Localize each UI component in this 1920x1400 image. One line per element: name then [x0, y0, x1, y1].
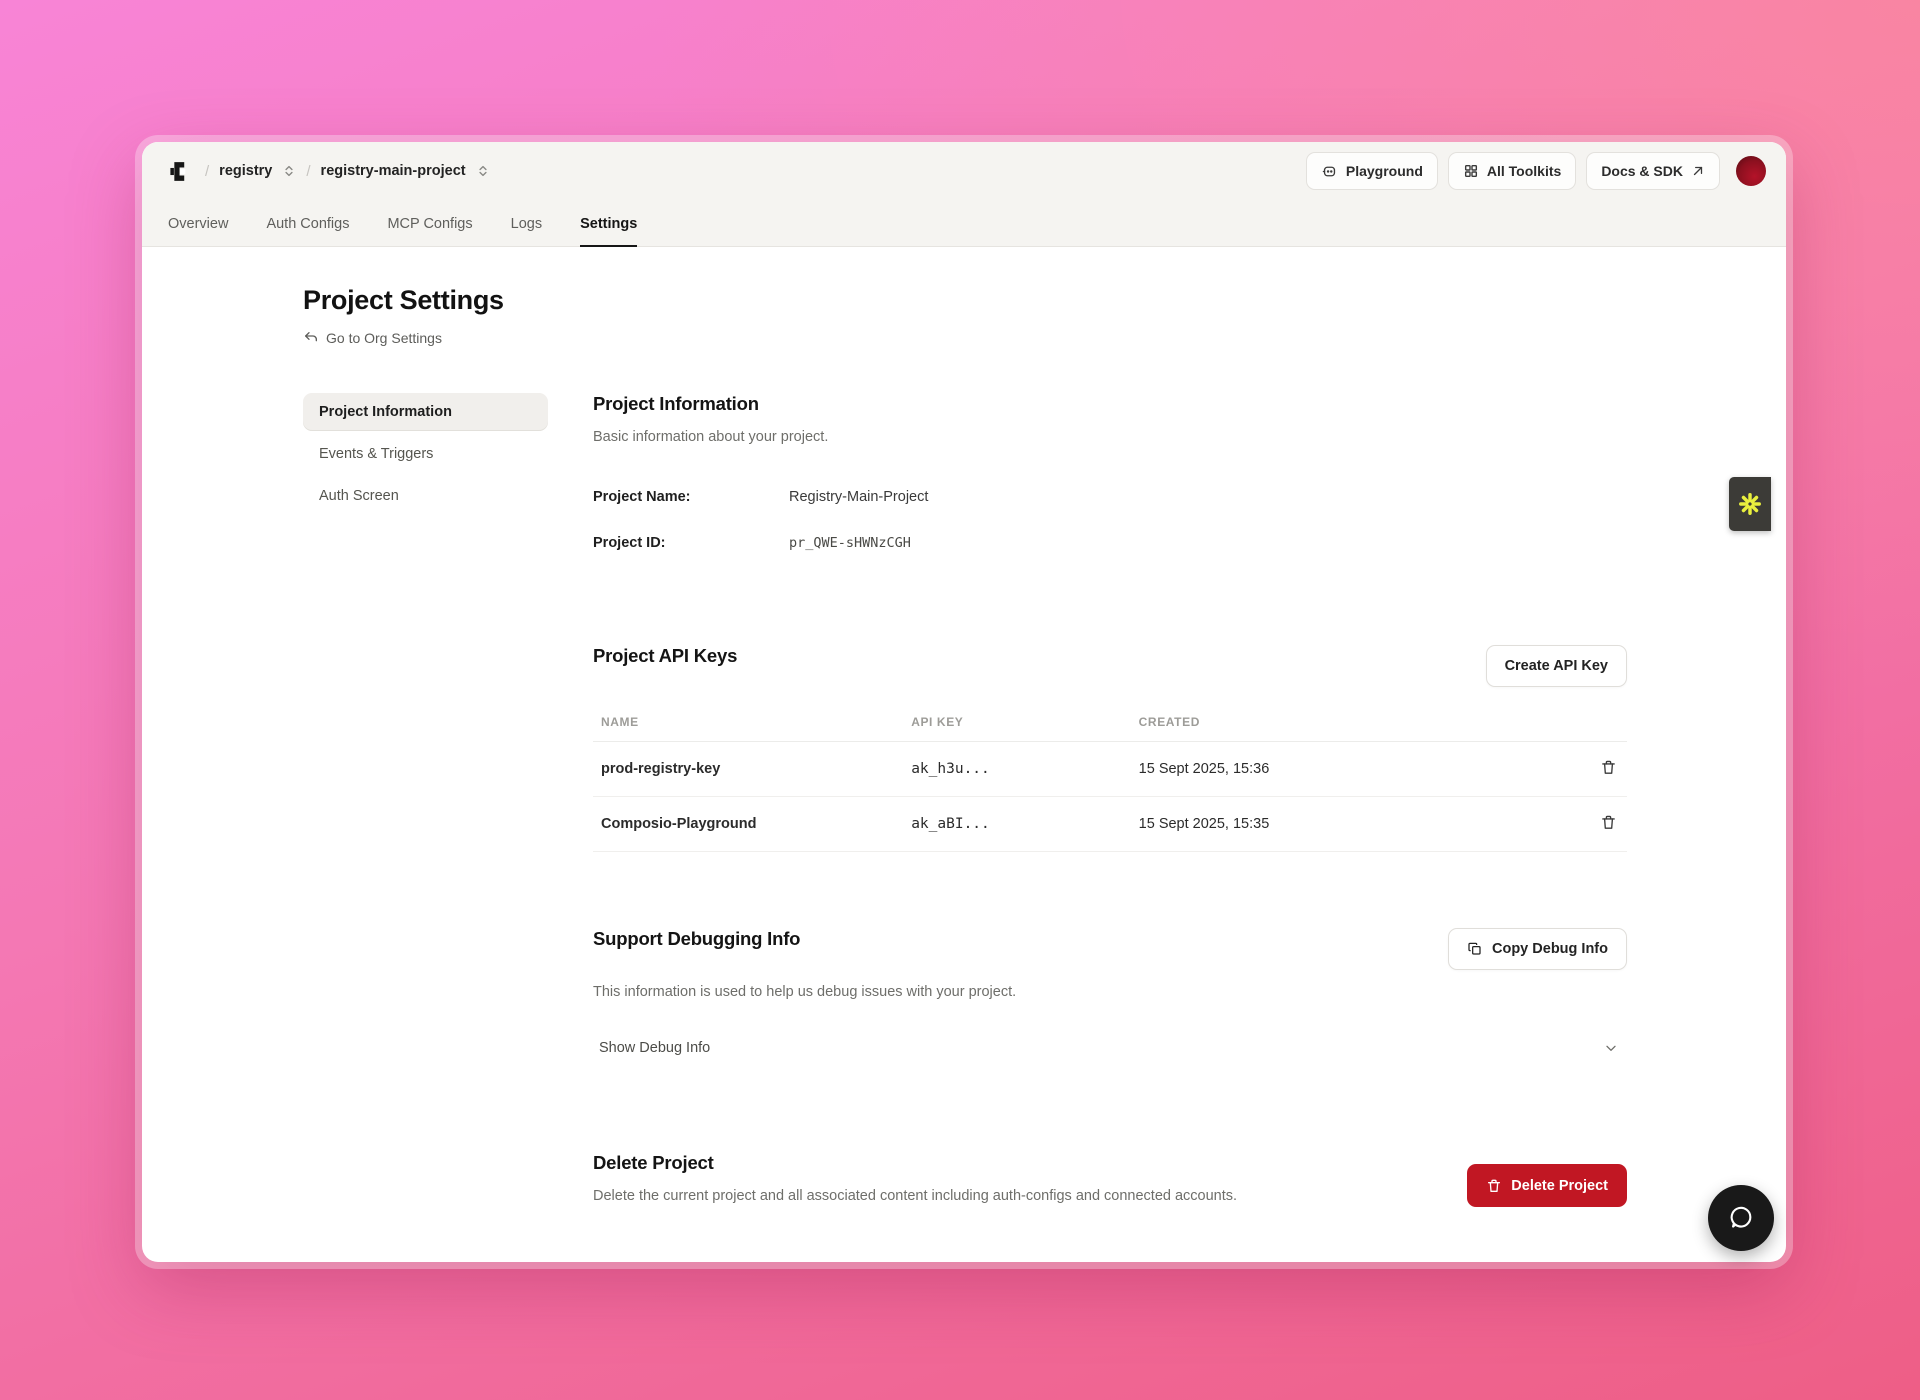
topbar: / registry / registry-main-project [142, 142, 1786, 200]
project-id-row: Project ID: pr_QWE-sHWNzCGH [593, 535, 1627, 551]
copy-debug-info-label: Copy Debug Info [1492, 941, 1608, 957]
column-created: CREATED [1131, 715, 1585, 742]
project-name-label: Project Name: [593, 489, 789, 505]
docs-sdk-label: Docs & SDK [1601, 163, 1683, 179]
section-delete-project: Delete Project Delete the current projec… [593, 1152, 1627, 1207]
tab-mcp-configs[interactable]: MCP Configs [387, 216, 472, 247]
project-selector-icon[interactable] [476, 164, 490, 178]
project-name-value: Registry-Main-Project [789, 489, 928, 505]
composio-logo-icon[interactable] [166, 159, 191, 184]
project-information-subtitle: Basic information about your project. [593, 429, 1627, 445]
tab-settings[interactable]: Settings [580, 216, 637, 247]
api-key-name: Composio-Playground [593, 797, 903, 852]
copy-debug-info-button[interactable]: Copy Debug Info [1448, 928, 1627, 970]
settings-content: Project Settings Go to Org Settings Proj… [142, 247, 1786, 1207]
app-window: / registry / registry-main-project [142, 142, 1786, 1262]
sidebar-item-events-triggers[interactable]: Events & Triggers [303, 435, 548, 473]
breadcrumb-separator: / [306, 163, 310, 180]
table-row: prod-registry-key ak_h3u... 15 Sept 2025… [593, 742, 1627, 797]
column-name: NAME [593, 715, 903, 742]
delete-project-label: Delete Project [1511, 1178, 1608, 1194]
sidebar-item-auth-screen[interactable]: Auth Screen [303, 477, 548, 515]
column-actions [1585, 715, 1627, 742]
delete-api-key-button[interactable] [1598, 757, 1619, 781]
chevron-down-icon [1603, 1040, 1619, 1056]
section-api-keys: Project API Keys Create API Key NAME API… [593, 645, 1627, 852]
feedback-widget-button[interactable] [1729, 477, 1771, 531]
chat-widget-button[interactable] [1708, 1185, 1774, 1251]
card-header: / registry / registry-main-project [142, 142, 1786, 247]
sidebar-item-project-information[interactable]: Project Information [303, 393, 548, 431]
delete-api-key-button[interactable] [1598, 812, 1619, 836]
playground-icon [1321, 163, 1338, 180]
asterisk-icon [1737, 491, 1763, 517]
go-to-org-settings-label: Go to Org Settings [326, 330, 442, 346]
project-id-label: Project ID: [593, 535, 789, 551]
show-debug-info-label: Show Debug Info [599, 1040, 710, 1056]
table-row: Composio-Playground ak_aBI... 15 Sept 20… [593, 797, 1627, 852]
page-title: Project Settings [303, 285, 1627, 316]
go-to-org-settings-link[interactable]: Go to Org Settings [303, 330, 442, 346]
external-link-icon [1691, 164, 1705, 178]
breadcrumb: / registry / registry-main-project [166, 159, 490, 184]
api-key-value: ak_h3u... [903, 742, 1130, 797]
settings-main: Project Information Basic information ab… [593, 393, 1627, 1207]
trash-icon [1600, 759, 1617, 776]
api-key-created: 15 Sept 2025, 15:36 [1131, 742, 1585, 797]
delete-project-title: Delete Project [593, 1152, 1237, 1174]
trash-icon [1600, 814, 1617, 831]
grid-icon [1463, 163, 1479, 179]
playground-button[interactable]: Playground [1306, 152, 1438, 190]
settings-layout: Project Information Events & Triggers Au… [303, 393, 1627, 1207]
project-name-row: Project Name: Registry-Main-Project [593, 489, 1627, 505]
create-api-key-button[interactable]: Create API Key [1486, 645, 1627, 687]
all-toolkits-button[interactable]: All Toolkits [1448, 152, 1576, 190]
topbar-actions: Playground All Toolkits Docs & SDK [1306, 152, 1766, 190]
org-selector-icon[interactable] [282, 164, 296, 178]
chat-bubble-icon [1727, 1204, 1755, 1232]
api-keys-header-row: NAME API KEY CREATED [593, 715, 1627, 742]
settings-sidebar: Project Information Events & Triggers Au… [303, 393, 548, 1207]
api-keys-table: NAME API KEY CREATED prod-registry-key a… [593, 715, 1627, 852]
project-id-value: pr_QWE-sHWNzCGH [789, 535, 911, 551]
breadcrumb-separator: / [205, 163, 209, 180]
api-key-value: ak_aBI... [903, 797, 1130, 852]
api-keys-title: Project API Keys [593, 645, 737, 667]
debug-info-title: Support Debugging Info [593, 928, 800, 950]
user-avatar[interactable] [1736, 156, 1766, 186]
tab-logs[interactable]: Logs [511, 216, 542, 247]
breadcrumb-project[interactable]: registry-main-project [321, 163, 466, 179]
tab-overview[interactable]: Overview [168, 216, 228, 247]
section-project-information: Project Information Basic information ab… [593, 393, 1627, 551]
playground-label: Playground [1346, 163, 1423, 179]
section-debug-info: Support Debugging Info Copy Debug Info [593, 928, 1627, 1066]
api-key-name: prod-registry-key [593, 742, 903, 797]
project-information-title: Project Information [593, 393, 1627, 415]
debug-info-subtitle: This information is used to help us debu… [593, 984, 1627, 1000]
tab-auth-configs[interactable]: Auth Configs [266, 216, 349, 247]
trash-icon [1486, 1178, 1502, 1194]
all-toolkits-label: All Toolkits [1487, 163, 1561, 179]
show-debug-info-toggle[interactable]: Show Debug Info [593, 1030, 1627, 1066]
column-api-key: API KEY [903, 715, 1130, 742]
tab-bar: Overview Auth Configs MCP Configs Logs S… [142, 200, 1786, 247]
return-arrow-icon [303, 330, 319, 346]
copy-icon [1467, 941, 1483, 957]
docs-sdk-button[interactable]: Docs & SDK [1586, 152, 1720, 190]
delete-project-subtitle: Delete the current project and all assoc… [593, 1188, 1237, 1204]
api-key-created: 15 Sept 2025, 15:35 [1131, 797, 1585, 852]
delete-project-button[interactable]: Delete Project [1467, 1164, 1627, 1207]
breadcrumb-org[interactable]: registry [219, 163, 272, 179]
